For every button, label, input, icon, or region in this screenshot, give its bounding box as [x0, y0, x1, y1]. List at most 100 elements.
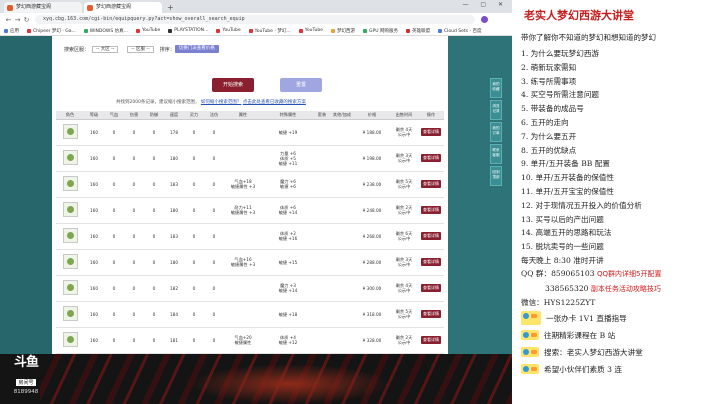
equipment-icon[interactable] — [62, 254, 78, 269]
table-row[interactable]: 160 0 0 0 180 0 0 气血+16 敏捷属性 +3 敏捷 +15 ¥ 288.00 剩余… — [56, 249, 444, 276]
tool-back-to-top[interactable]: 回到顶部 — [490, 166, 502, 186]
column-header[interactable]: 气血 — [104, 111, 124, 120]
item-thumbnail-cell[interactable] — [56, 119, 84, 146]
cell-dmg: 0 — [124, 145, 144, 172]
item-thumbnail-cell[interactable] — [56, 197, 84, 224]
tool-history[interactable]: 浏览记录 — [490, 100, 502, 120]
url-field[interactable]: xyq.cbg.163.com/cgi-bin/equipquery.py?ac… — [35, 15, 475, 24]
equipment-icon[interactable] — [62, 280, 78, 295]
reset-button[interactable]: 重置 — [280, 78, 322, 92]
promo-text: 搜索：老实人梦幻西游大讲堂 — [544, 347, 643, 357]
bookmark-item[interactable]: YouTube — [298, 28, 323, 33]
equipment-icon[interactable] — [62, 306, 78, 321]
topic-item: 14. 高端五开的思路和玩法 — [521, 228, 612, 238]
item-thumbnail-cell[interactable] — [56, 275, 84, 302]
sticker-icon — [521, 347, 539, 358]
equipment-icon[interactable] — [62, 332, 78, 347]
table-row[interactable]: 160 0 0 0 180 0 0 耐力+11 敏捷属性 +3 体质 +6 敏捷 +14 ¥ 24… — [56, 197, 444, 224]
column-header[interactable]: 法伤 — [204, 111, 224, 120]
item-thumbnail-cell[interactable] — [56, 327, 84, 354]
bookmark-item[interactable]: YouTube — [216, 28, 241, 33]
window-controls[interactable]: — ▢ ✕ — [462, 1, 508, 8]
bookmark-item[interactable]: GPU 网购服务 — [363, 28, 398, 34]
action-cell: 查看详情 — [418, 223, 444, 250]
equipment-icon[interactable] — [62, 176, 78, 191]
table-row[interactable]: 160 0 0 0 178 0 0 敏捷 +19 ¥ 188.00 剩余 4天 公示中 查看详情 — [56, 119, 444, 146]
back-icon[interactable]: ← — [4, 16, 13, 24]
action-cell: 查看详情 — [418, 275, 444, 302]
topic-item: 1. 为什么要玩梦幻西游 — [521, 49, 600, 58]
tool-service[interactable]: 联系客服 — [490, 144, 502, 164]
switch-school-button[interactable]: 切换门派查看价格 — [174, 45, 219, 53]
saved-search-link[interactable]: 点击此处查看已收藏的搜索方案 — [243, 100, 306, 105]
view-detail-button[interactable]: 查看详情 — [421, 232, 441, 240]
item-thumbnail-cell[interactable] — [56, 223, 84, 250]
view-detail-button[interactable]: 查看详情 — [421, 336, 441, 344]
item-thumbnail-cell[interactable] — [56, 171, 84, 198]
table-row[interactable]: 160 0 0 0 180 0 0 力量 +6 体质 +5 敏捷 +11 ¥ 198.00 剩余 … — [56, 145, 444, 172]
column-header[interactable]: 灵力 — [184, 111, 204, 120]
item-thumbnail-cell[interactable] — [56, 145, 84, 172]
view-detail-button[interactable]: 查看详情 — [421, 154, 441, 162]
equipment-icon[interactable] — [62, 150, 78, 165]
view-detail-button[interactable]: 查看详情 — [421, 284, 441, 292]
bookmark-item[interactable]: 英雄联盟 — [405, 28, 430, 34]
tool-favorites[interactable]: 我的收藏 — [490, 78, 502, 98]
server-select[interactable]: -- 大区 -- — [92, 45, 119, 53]
view-detail-button[interactable]: 查看详情 — [421, 180, 441, 188]
tool-orders[interactable]: 我的订单 — [490, 122, 502, 142]
browser-tab-1[interactable]: 梦幻西游藏宝阁 — [4, 2, 82, 13]
view-detail-button[interactable]: 查看详情 — [421, 310, 441, 318]
column-header[interactable]: 套装 — [314, 111, 330, 120]
new-tab-button[interactable]: + — [164, 2, 177, 13]
cell-set — [314, 301, 330, 328]
bookmark-item[interactable]: Chipeer 梦幻 · Ga... — [27, 28, 76, 34]
bookmark-item[interactable]: YouTube - 梦幻... — [248, 28, 291, 34]
table-row[interactable]: 160 0 0 0 183 0 0 气血+18 敏捷属性 +3 魔力 +6 敏捷 +6 ¥ 238… — [56, 171, 444, 198]
column-header[interactable]: 价格 — [354, 111, 390, 120]
qq-line-2: 338565320 副本任务活动攻略技巧 — [521, 282, 720, 297]
table-row[interactable]: 160 0 0 0 182 0 0 魔力 +3 敏捷 +14 ¥ 300.00 剩余 4天 公示中… — [56, 275, 444, 302]
bookmark-item[interactable]: 梦幻西游 — [331, 28, 355, 34]
table-row[interactable]: 160 0 0 0 181 0 0 气血+20 敏捷属性 体质 +4 敏捷 +12 ¥ 328.0… — [56, 327, 444, 354]
column-header[interactable]: 操作 — [418, 111, 444, 120]
column-header[interactable]: 属性 — [224, 111, 262, 120]
price-cell: ¥ 318.00 — [354, 301, 390, 328]
search-results-panel: 搜索区服： -- 大区 -- -- 区服 -- 排序： 切换门派查看价格 开始搜… — [52, 36, 489, 354]
equipment-icon[interactable] — [62, 228, 78, 243]
search-actions: 开始搜索 重置 — [212, 78, 348, 92]
narrow-search-link[interactable]: 如何缩小搜索范围？ — [201, 100, 242, 105]
bookmark-item[interactable]: YouTube — [135, 28, 160, 33]
table-row[interactable]: 160 0 0 0 184 0 0 敏捷 +18 ¥ 318.00 剩余 5天 公示中 查看详情 — [56, 301, 444, 328]
start-search-button[interactable]: 开始搜索 — [212, 78, 254, 92]
item-thumbnail-cell[interactable] — [56, 301, 84, 328]
view-detail-button[interactable]: 查看详情 — [421, 206, 441, 214]
item-thumbnail-cell[interactable] — [56, 249, 84, 276]
browser-tab-2[interactable]: 梦幻西游藏宝阁 — [84, 2, 162, 13]
bookmark-item[interactable]: WINDOWS 仿真... — [83, 28, 128, 34]
cell-hp: 0 — [104, 327, 124, 354]
equipment-icon[interactable] — [62, 124, 78, 139]
table-row[interactable]: 160 0 0 0 183 0 0 体质 +2 敏捷 +16 ¥ 268.00 剩余 6天 公示中… — [56, 223, 444, 250]
column-header[interactable]: 速度 — [164, 111, 184, 120]
column-header[interactable]: 特殊属性 — [262, 111, 314, 120]
subserver-select[interactable]: -- 区服 -- — [127, 45, 154, 53]
bookmark-item[interactable]: Cloud Sets - 百度 — [437, 28, 481, 34]
column-header[interactable]: 角色 — [56, 111, 84, 120]
reload-icon[interactable]: ↻ — [22, 16, 31, 24]
column-header[interactable]: 其他/加成 — [330, 111, 354, 120]
bookmark-item[interactable]: 应用 — [4, 28, 19, 34]
view-detail-button[interactable]: 查看详情 — [421, 258, 441, 266]
column-header[interactable]: 伤害 — [124, 111, 144, 120]
view-detail-button[interactable]: 查看详情 — [421, 128, 441, 136]
promo-line-4: 希望小伙伴们素质 3 连 — [521, 361, 720, 378]
equipment-icon[interactable] — [62, 202, 78, 217]
forward-icon[interactable]: → — [13, 16, 22, 24]
profile-avatar[interactable] — [481, 16, 488, 23]
bookmark-item[interactable]: PLAYSTATION... — [168, 28, 208, 33]
column-header[interactable]: 等级 — [84, 111, 104, 120]
column-header[interactable]: 防御 — [144, 111, 164, 120]
cell-dmg: 0 — [124, 197, 144, 224]
column-header[interactable]: 出售时间 — [390, 111, 418, 120]
price-cell: ¥ 238.00 — [354, 171, 390, 198]
